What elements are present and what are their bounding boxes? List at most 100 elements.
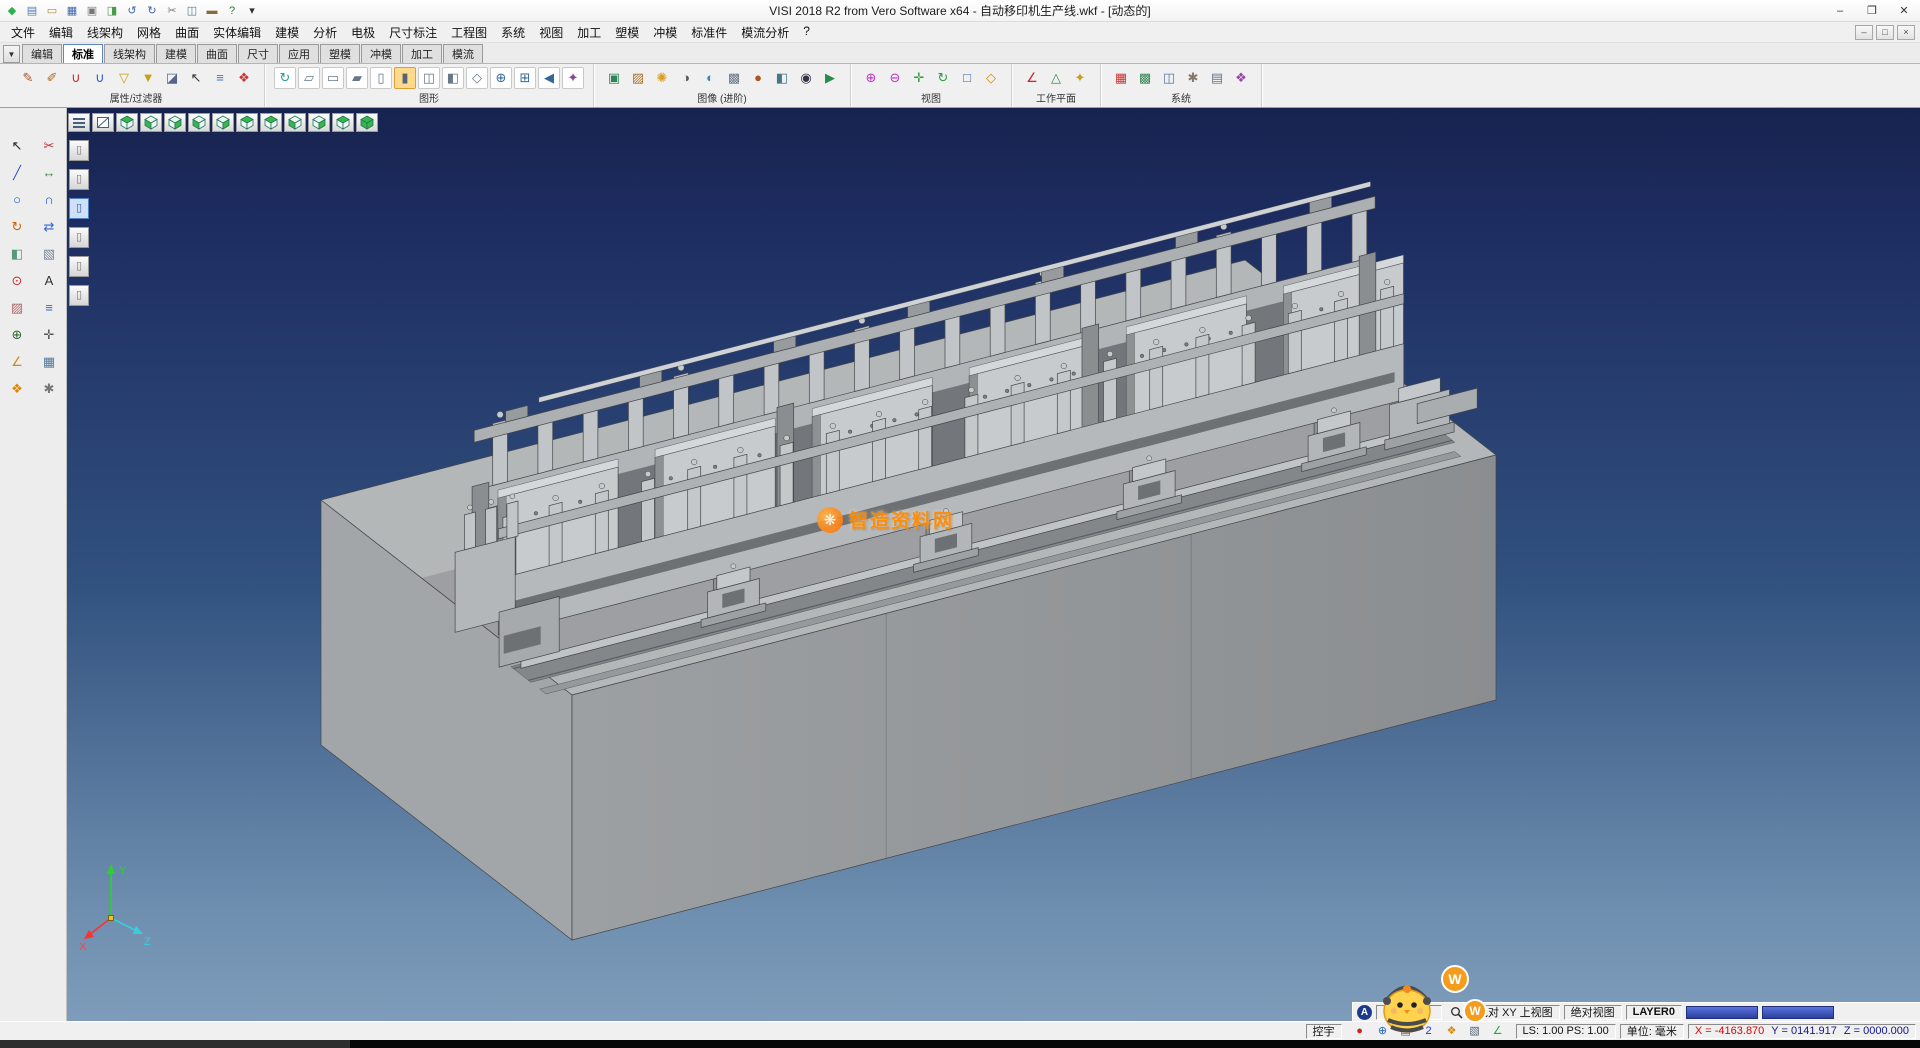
lighting-icon[interactable]: ✺	[651, 67, 673, 89]
annotation-badge[interactable]: A	[1357, 1005, 1372, 1020]
mdi-minimize-button[interactable]: –	[1855, 25, 1873, 40]
menu-item-9[interactable]: 电极	[344, 22, 382, 43]
tab-overflow-arrow[interactable]: ▼	[3, 45, 20, 63]
zoom-window-tool-icon[interactable]: ⊕	[4, 323, 30, 346]
tab-9[interactable]: 冲模	[361, 44, 401, 63]
wireframe-view-icon[interactable]: ▱	[298, 67, 320, 89]
quickbar-dropdown-icon[interactable]: ▾	[243, 2, 261, 19]
tab-3[interactable]: 线架构	[104, 44, 155, 63]
view-top-button[interactable]	[116, 113, 138, 132]
circle-tool-icon[interactable]: ○	[4, 188, 30, 211]
texture-map-icon[interactable]: ▨	[627, 67, 649, 89]
status-view-mode[interactable]: 绝对视图	[1564, 1005, 1622, 1020]
pan-tool-icon[interactable]: ✛	[36, 323, 62, 346]
open-file-icon[interactable]: ▭	[43, 2, 61, 19]
menu-item-1[interactable]: 文件	[4, 22, 42, 43]
pan-view-icon[interactable]: ✛	[908, 67, 930, 89]
save-icon[interactable]: ▦	[63, 2, 81, 19]
solid-tool-icon[interactable]: ▧	[36, 242, 62, 265]
display-config-icon[interactable]: ◫	[1158, 67, 1180, 89]
tab-10[interactable]: 加工	[402, 44, 442, 63]
status-units-field[interactable]: 单位: 毫米	[1620, 1024, 1684, 1039]
cut-icon[interactable]: ✂	[163, 2, 181, 19]
text-tool-icon[interactable]: A	[36, 269, 62, 292]
magnet-snap-icon[interactable]: ∪	[65, 67, 87, 89]
view-left-button[interactable]	[212, 113, 234, 132]
line-tool-icon[interactable]: ╱	[4, 161, 30, 184]
rotate-tool-icon[interactable]: ↻	[4, 215, 30, 238]
view-bottom-button[interactable]	[236, 113, 258, 132]
rotate-view-icon[interactable]: ↻	[932, 67, 954, 89]
menu-item-4[interactable]: 网格	[130, 22, 168, 43]
copy-view-icon[interactable]: ◨	[103, 2, 121, 19]
measure-tool-icon[interactable]: ↔	[36, 161, 62, 184]
delete-tool-icon[interactable]: ▨	[4, 296, 30, 319]
options-tool-icon[interactable]: ✱	[36, 377, 62, 400]
tab-7[interactable]: 应用	[279, 44, 319, 63]
mdi-restore-button[interactable]: □	[1876, 25, 1894, 40]
solid-filter-icon[interactable]: ▼	[137, 67, 159, 89]
addins-icon[interactable]: ❖	[1230, 67, 1252, 89]
print-icon[interactable]: ▣	[83, 2, 101, 19]
entity-filter-icon[interactable]: ▽	[113, 67, 135, 89]
view-right-button[interactable]	[164, 113, 186, 132]
help-icon[interactable]: ?	[223, 2, 241, 19]
zoom-extents-icon[interactable]: ⊕	[490, 67, 512, 89]
selection-mask-icon[interactable]: ◪	[161, 67, 183, 89]
status-snap-field[interactable]: 控宇	[1306, 1024, 1342, 1039]
copy-icon[interactable]: ◫	[183, 2, 201, 19]
model-slot-1[interactable]: ▯	[69, 140, 89, 161]
animation-icon[interactable]: ▶	[819, 67, 841, 89]
mdi-close-button[interactable]: ×	[1897, 25, 1915, 40]
ucs-tool-icon[interactable]: ∠	[4, 350, 30, 373]
view-manager-button[interactable]	[68, 113, 90, 132]
view-front-button[interactable]	[140, 113, 162, 132]
material-icon[interactable]: ●	[747, 67, 769, 89]
tab-5[interactable]: 曲面	[197, 44, 237, 63]
menu-item-7[interactable]: 建模	[268, 22, 306, 43]
system-options-icon[interactable]: ✱	[1182, 67, 1204, 89]
mirror-tool-icon[interactable]: ⇄	[36, 215, 62, 238]
redraw-icon[interactable]: ↻	[274, 67, 296, 89]
dynamic-shading-icon[interactable]: ▮	[394, 67, 416, 89]
redo-icon[interactable]: ↻	[143, 2, 161, 19]
model-slot-3[interactable]: ▯	[69, 198, 89, 219]
background-icon[interactable]: ▩	[723, 67, 745, 89]
status-layer-field[interactable]: LAYER0	[1626, 1005, 1682, 1020]
section-view-icon[interactable]: ◧	[442, 67, 464, 89]
scene-manager-icon[interactable]: ◧	[771, 67, 793, 89]
menu-item-16[interactable]: 冲模	[646, 22, 684, 43]
render-settings-icon[interactable]: ✦	[562, 67, 584, 89]
view-iso-4-button[interactable]	[332, 113, 354, 132]
palette-tool-icon[interactable]: ❖	[4, 377, 30, 400]
menu-item-8[interactable]: 分析	[306, 22, 344, 43]
layer-color-bar-1[interactable]	[1686, 1006, 1758, 1019]
transparency-icon[interactable]: ◫	[418, 67, 440, 89]
color-table-icon[interactable]: ▦	[1110, 67, 1132, 89]
tab-1[interactable]: 编辑	[22, 44, 62, 63]
previous-view-icon[interactable]: ◀	[538, 67, 560, 89]
model-slot-5[interactable]: ▯	[69, 256, 89, 277]
minimize-button[interactable]: –	[1824, 0, 1856, 21]
shaded-view-icon[interactable]: ▰	[346, 67, 368, 89]
menu-item-3[interactable]: 线架构	[80, 22, 130, 43]
view-shaded-button[interactable]	[356, 113, 378, 132]
tab-2[interactable]: 标准	[63, 44, 103, 63]
zoom-window-icon[interactable]: ⊞	[514, 67, 536, 89]
tab-6[interactable]: 尺寸	[238, 44, 278, 63]
standard-views-icon[interactable]: □	[956, 67, 978, 89]
app-logo-icon[interactable]: ◆	[3, 2, 21, 19]
menu-item-11[interactable]: 工程图	[444, 22, 494, 43]
layer-tool-icon[interactable]: ≡	[36, 296, 62, 319]
menu-item-17[interactable]: 标准件	[684, 22, 734, 43]
quick-pick-icon[interactable]: ↖	[185, 67, 207, 89]
menu-item-12[interactable]: 系统	[494, 22, 532, 43]
grid-tool-icon[interactable]: ▦	[36, 350, 62, 373]
color-filter-icon[interactable]: ❖	[233, 67, 255, 89]
close-button[interactable]: ✕	[1888, 0, 1920, 21]
menu-item-15[interactable]: 塑模	[608, 22, 646, 43]
zoom-out-icon[interactable]: ⊖	[884, 67, 906, 89]
attribute-painter-icon[interactable]: ✐	[41, 67, 63, 89]
shadow-toggle-icon[interactable]: ◑	[675, 67, 697, 89]
view-back-button[interactable]	[188, 113, 210, 132]
